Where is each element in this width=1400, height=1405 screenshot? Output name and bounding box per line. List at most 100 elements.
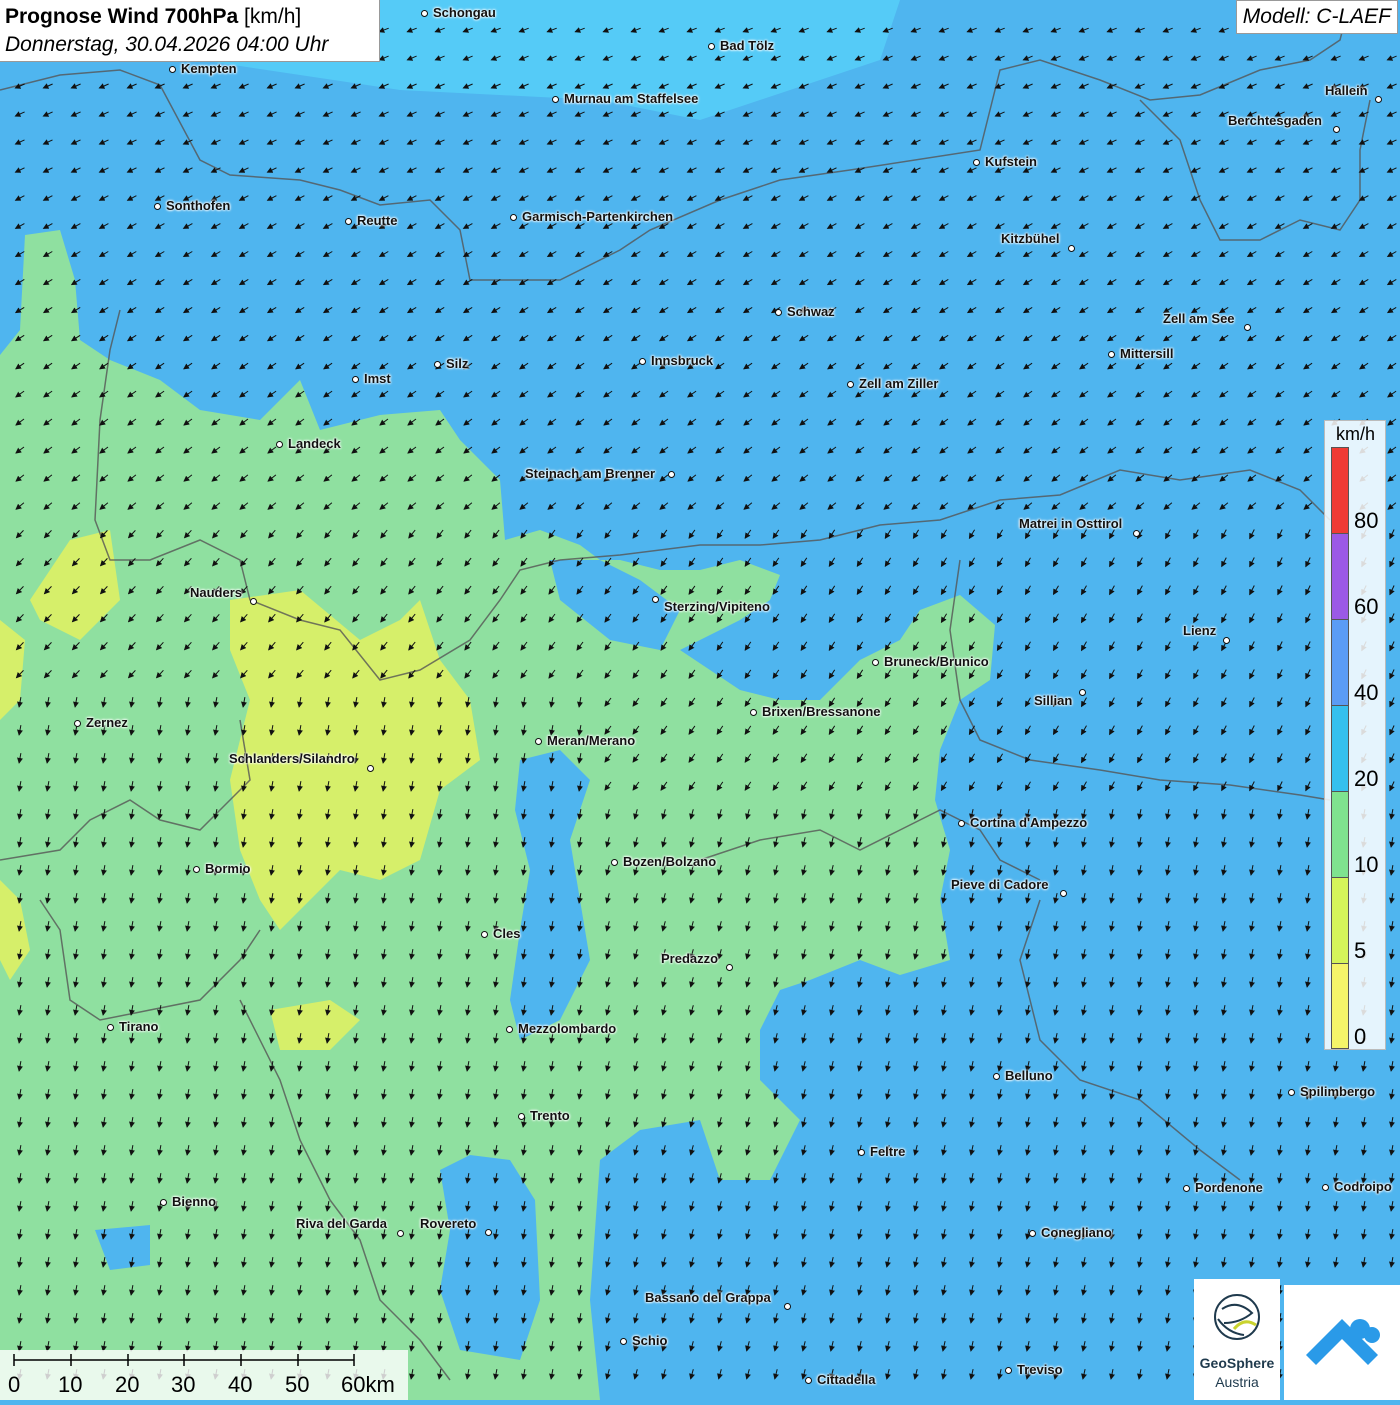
city-label: Cittadella bbox=[817, 1372, 876, 1387]
city-label: Zell am Ziller bbox=[859, 376, 939, 391]
legend-tick-60: 60 bbox=[1354, 594, 1379, 619]
city-marker bbox=[485, 1229, 492, 1236]
city-marker bbox=[611, 859, 618, 866]
scale-label-40: 40 bbox=[228, 1372, 253, 1397]
city-label: Lienz bbox=[1183, 623, 1217, 638]
city-marker bbox=[750, 709, 757, 716]
city-label: Bozen/Bolzano bbox=[623, 854, 717, 869]
city-label: Bad Tölz bbox=[720, 38, 775, 53]
scale-label-50: 50 bbox=[285, 1372, 310, 1397]
title-panel: Prognose Wind 700hPa [km/h] Donnerstag, … bbox=[0, 0, 380, 62]
city-label: Cortina d'Ampezzo bbox=[970, 815, 1088, 830]
legend-segment-0 bbox=[1332, 964, 1348, 1048]
city-marker bbox=[726, 964, 733, 971]
city-label: Rovereto bbox=[420, 1216, 477, 1231]
city-marker bbox=[1223, 637, 1230, 644]
city-marker bbox=[421, 10, 428, 17]
city-label: Codroipo bbox=[1334, 1179, 1392, 1194]
city-label: Zell am See bbox=[1163, 311, 1235, 326]
app-logo[interactable] bbox=[1284, 1285, 1400, 1400]
city-marker bbox=[973, 159, 980, 166]
city-marker bbox=[805, 1377, 812, 1384]
city-label: Conegliano bbox=[1041, 1225, 1112, 1240]
legend-segment-60 bbox=[1332, 534, 1348, 620]
city-label: Pieve di Cadore bbox=[951, 877, 1049, 892]
scale-label-30: 30 bbox=[171, 1372, 196, 1397]
city-marker bbox=[535, 738, 542, 745]
legend-tick-40: 40 bbox=[1354, 680, 1379, 705]
city-marker bbox=[107, 1024, 114, 1031]
city-marker bbox=[872, 659, 879, 666]
city-marker bbox=[160, 1199, 167, 1206]
city-label: Brixen/Bressanone bbox=[762, 704, 881, 719]
city-label: Bruneck/Brunico bbox=[884, 654, 989, 669]
city-marker bbox=[1183, 1185, 1190, 1192]
city-label: Predazzo bbox=[661, 951, 719, 966]
city-label: Cles bbox=[493, 926, 521, 941]
city-marker bbox=[708, 43, 715, 50]
city-label: Bormio bbox=[205, 861, 251, 876]
city-label: Tirano bbox=[119, 1019, 159, 1034]
city-marker bbox=[1333, 126, 1340, 133]
legend-tick-5: 5 bbox=[1354, 938, 1367, 963]
city-label: Innsbruck bbox=[651, 353, 714, 368]
city-label: Kufstein bbox=[985, 154, 1037, 169]
mountain-cloud-icon bbox=[1306, 1319, 1380, 1365]
city-label: Murnau am Staffelsee bbox=[564, 91, 699, 106]
city-label: Belluno bbox=[1005, 1068, 1053, 1083]
city-label: Berchtesgaden bbox=[1228, 113, 1322, 128]
city-label: Sillian bbox=[1034, 693, 1073, 708]
city-marker bbox=[481, 931, 488, 938]
city-marker bbox=[1079, 689, 1086, 696]
city-label: Mittersill bbox=[1120, 346, 1174, 361]
city-marker bbox=[506, 1026, 513, 1033]
geosphere-emblem-icon bbox=[1214, 1294, 1260, 1340]
legend-tick-20: 20 bbox=[1354, 766, 1379, 791]
model-label: Modell: C-LAEF bbox=[1235, 0, 1398, 34]
geosphere-name: GeoSphere bbox=[1199, 1355, 1275, 1371]
city-marker bbox=[1375, 96, 1382, 103]
city-label: Schwaz bbox=[787, 304, 835, 319]
city-label: Mezzolombardo bbox=[518, 1021, 617, 1036]
city-label: Zernez bbox=[86, 715, 128, 730]
city-marker bbox=[367, 765, 374, 772]
city-label: Reutte bbox=[357, 213, 398, 228]
city-label: Treviso bbox=[1017, 1362, 1063, 1377]
city-label: Nauders bbox=[190, 585, 243, 600]
city-marker bbox=[154, 203, 161, 210]
city-label: Schlanders/Silandro bbox=[229, 751, 355, 766]
city-label: Trento bbox=[530, 1108, 570, 1123]
city-marker bbox=[1005, 1367, 1012, 1374]
legend-unit: km/h bbox=[1336, 424, 1376, 444]
scale-bar: 0 10 20 30 40 50 60km bbox=[0, 1350, 408, 1400]
city-label: Silz bbox=[446, 356, 469, 371]
city-label: Kitzbühel bbox=[1001, 231, 1060, 246]
city-label: Kempten bbox=[181, 61, 237, 76]
city-marker bbox=[775, 309, 782, 316]
city-marker bbox=[847, 381, 854, 388]
city-label: Pordenone bbox=[1195, 1180, 1263, 1195]
city-marker bbox=[1244, 324, 1251, 331]
city-label: Hallein bbox=[1325, 83, 1368, 98]
map-title-unit: [km/h] bbox=[244, 5, 302, 28]
city-label: Schongau bbox=[433, 5, 496, 20]
city-label: Riva del Garda bbox=[296, 1216, 388, 1231]
geosphere-logo[interactable]: GeoSphere Austria bbox=[1194, 1279, 1280, 1400]
city-label: Sonthofen bbox=[166, 198, 231, 213]
city-marker bbox=[668, 471, 675, 478]
city-marker bbox=[434, 361, 441, 368]
city-marker bbox=[1029, 1230, 1036, 1237]
city-label: Landeck bbox=[288, 436, 341, 451]
city-marker bbox=[620, 1338, 627, 1345]
city-label: Schio bbox=[632, 1333, 668, 1348]
forecast-datetime: Donnerstag, 30.04.2026 04:00 Uhr bbox=[5, 33, 329, 56]
city-label: Sterzing/Vipiteno bbox=[664, 599, 770, 614]
city-label: Bassano del Grappa bbox=[645, 1290, 771, 1305]
map-title-main: Prognose Wind 700hPa bbox=[5, 5, 239, 28]
legend-segment-80 bbox=[1332, 448, 1348, 534]
scale-label-10: 10 bbox=[58, 1372, 83, 1397]
city-marker bbox=[784, 1303, 791, 1310]
city-marker bbox=[397, 1230, 404, 1237]
legend-tick-80: 80 bbox=[1354, 508, 1379, 533]
scale-label-0: 0 bbox=[8, 1372, 21, 1397]
